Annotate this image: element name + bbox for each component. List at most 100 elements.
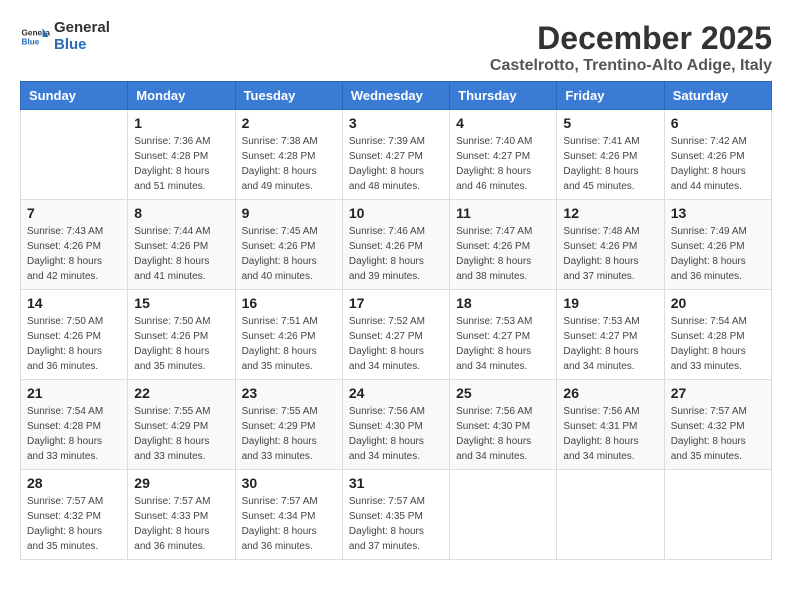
- day-number: 18: [456, 295, 550, 311]
- day-number: 24: [349, 385, 443, 401]
- calendar-cell: 8 Sunrise: 7:44 AM Sunset: 4:26 PM Daylig…: [128, 200, 235, 290]
- day-info: Sunrise: 7:46 AM Sunset: 4:26 PM Dayligh…: [349, 224, 443, 284]
- day-number: 4: [456, 115, 550, 131]
- day-info: Sunrise: 7:44 AM Sunset: 4:26 PM Dayligh…: [134, 224, 228, 284]
- day-number: 5: [563, 115, 657, 131]
- calendar-cell: 4Sunrise: 7:40 AM Sunset: 4:27 PM Daylig…: [450, 110, 557, 200]
- day-info: Sunrise: 7:49 AM Sunset: 4:26 PM Dayligh…: [671, 224, 765, 284]
- calendar-cell: [450, 470, 557, 560]
- month-year: December 2025: [490, 20, 772, 57]
- day-number: 1: [134, 115, 228, 131]
- day-number: 6: [671, 115, 765, 131]
- day-number: 2: [242, 115, 336, 131]
- calendar-cell: 16Sunrise: 7:51 AM Sunset: 4:26 PM Dayli…: [235, 290, 342, 380]
- day-info: Sunrise: 7:54 AM Sunset: 4:28 PM Dayligh…: [27, 404, 121, 464]
- logo-icon: General Blue: [20, 22, 50, 52]
- day-info: Sunrise: 7:57 AM Sunset: 4:35 PM Dayligh…: [349, 494, 443, 554]
- calendar-cell: 19 Sunrise: 7:53 AM Sunset: 4:27 PM Dayli…: [557, 290, 664, 380]
- weekday-header-sunday: Sunday: [21, 82, 128, 110]
- day-info: Sunrise: 7:53 AM Sunset: 4:27 PM Dayligh…: [456, 314, 550, 374]
- calendar-cell: [557, 470, 664, 560]
- day-number: 16: [242, 295, 336, 311]
- calendar-cell: 15 Sunrise: 7:50 AM Sunset: 4:26 PM Dayli…: [128, 290, 235, 380]
- day-info: Sunrise: 7:56 AM Sunset: 4:30 PM Dayligh…: [456, 404, 550, 464]
- day-number: 22: [134, 385, 228, 401]
- day-info: Sunrise: 7:36 AM Sunset: 4:28 PM Dayligh…: [134, 134, 228, 194]
- calendar-cell: 9 Sunrise: 7:45 AM Sunset: 4:26 PM Daylig…: [235, 200, 342, 290]
- day-number: 15: [134, 295, 228, 311]
- day-number: 26: [563, 385, 657, 401]
- calendar-cell: 6 Sunrise: 7:42 AM Sunset: 4:26 PM Daylig…: [664, 110, 771, 200]
- calendar-cell: 29Sunrise: 7:57 AM Sunset: 4:33 PM Dayli…: [128, 470, 235, 560]
- calendar-cell: 28 Sunrise: 7:57 AM Sunset: 4:32 PM Dayli…: [21, 470, 128, 560]
- calendar-cell: [664, 470, 771, 560]
- day-info: Sunrise: 7:53 AM Sunset: 4:27 PM Dayligh…: [563, 314, 657, 374]
- calendar-cell: 31 Sunrise: 7:57 AM Sunset: 4:35 PM Dayli…: [342, 470, 449, 560]
- calendar-cell: 18 Sunrise: 7:53 AM Sunset: 4:27 PM Dayli…: [450, 290, 557, 380]
- day-number: 25: [456, 385, 550, 401]
- calendar-cell: 30 Sunrise: 7:57 AM Sunset: 4:34 PM Dayli…: [235, 470, 342, 560]
- day-number: 10: [349, 205, 443, 221]
- day-number: 28: [27, 475, 121, 491]
- title-section: December 2025 Castelrotto, Trentino-Alto…: [490, 20, 772, 75]
- day-info: Sunrise: 7:54 AM Sunset: 4:28 PM Dayligh…: [671, 314, 765, 374]
- calendar-cell: 27 Sunrise: 7:57 AM Sunset: 4:32 PM Dayli…: [664, 380, 771, 470]
- day-info: Sunrise: 7:56 AM Sunset: 4:31 PM Dayligh…: [563, 404, 657, 464]
- day-info: Sunrise: 7:52 AM Sunset: 4:27 PM Dayligh…: [349, 314, 443, 374]
- day-info: Sunrise: 7:57 AM Sunset: 4:34 PM Dayligh…: [242, 494, 336, 554]
- day-number: 30: [242, 475, 336, 491]
- day-info: Sunrise: 7:57 AM Sunset: 4:32 PM Dayligh…: [671, 404, 765, 464]
- day-number: 19: [563, 295, 657, 311]
- day-number: 21: [27, 385, 121, 401]
- calendar-cell: 3 Sunrise: 7:39 AM Sunset: 4:27 PM Daylig…: [342, 110, 449, 200]
- day-info: Sunrise: 7:56 AM Sunset: 4:30 PM Dayligh…: [349, 404, 443, 464]
- calendar-cell: 11Sunrise: 7:47 AM Sunset: 4:26 PM Dayli…: [450, 200, 557, 290]
- day-number: 13: [671, 205, 765, 221]
- day-info: Sunrise: 7:47 AM Sunset: 4:26 PM Dayligh…: [456, 224, 550, 284]
- calendar-cell: 10 Sunrise: 7:46 AM Sunset: 4:26 PM Dayli…: [342, 200, 449, 290]
- day-info: Sunrise: 7:50 AM Sunset: 4:26 PM Dayligh…: [134, 314, 228, 374]
- weekday-header-friday: Friday: [557, 82, 664, 110]
- day-info: Sunrise: 7:57 AM Sunset: 4:32 PM Dayligh…: [27, 494, 121, 554]
- calendar-cell: 5 Sunrise: 7:41 AM Sunset: 4:26 PM Daylig…: [557, 110, 664, 200]
- calendar-cell: 22 Sunrise: 7:55 AM Sunset: 4:29 PM Dayli…: [128, 380, 235, 470]
- calendar-table: SundayMondayTuesdayWednesdayThursdayFrid…: [20, 81, 772, 560]
- calendar-cell: 24 Sunrise: 7:56 AM Sunset: 4:30 PM Dayli…: [342, 380, 449, 470]
- day-number: 31: [349, 475, 443, 491]
- day-info: Sunrise: 7:48 AM Sunset: 4:26 PM Dayligh…: [563, 224, 657, 284]
- calendar-cell: [21, 110, 128, 200]
- day-info: Sunrise: 7:41 AM Sunset: 4:26 PM Dayligh…: [563, 134, 657, 194]
- day-info: Sunrise: 7:55 AM Sunset: 4:29 PM Dayligh…: [134, 404, 228, 464]
- weekday-header-tuesday: Tuesday: [235, 82, 342, 110]
- day-number: 27: [671, 385, 765, 401]
- calendar-cell: 20 Sunrise: 7:54 AM Sunset: 4:28 PM Dayli…: [664, 290, 771, 380]
- day-info: Sunrise: 7:38 AM Sunset: 4:28 PM Dayligh…: [242, 134, 336, 194]
- day-number: 3: [349, 115, 443, 131]
- calendar-cell: 13 Sunrise: 7:49 AM Sunset: 4:26 PM Dayli…: [664, 200, 771, 290]
- weekday-header-thursday: Thursday: [450, 82, 557, 110]
- day-number: 9: [242, 205, 336, 221]
- calendar-cell: 14Sunrise: 7:50 AM Sunset: 4:26 PM Dayli…: [21, 290, 128, 380]
- weekday-header-saturday: Saturday: [664, 82, 771, 110]
- day-number: 8: [134, 205, 228, 221]
- calendar-cell: 1 Sunrise: 7:36 AM Sunset: 4:28 PM Daylig…: [128, 110, 235, 200]
- day-number: 17: [349, 295, 443, 311]
- day-info: Sunrise: 7:55 AM Sunset: 4:29 PM Dayligh…: [242, 404, 336, 464]
- logo-general: General: [54, 20, 110, 37]
- day-info: Sunrise: 7:45 AM Sunset: 4:26 PM Dayligh…: [242, 224, 336, 284]
- calendar-cell: 2 Sunrise: 7:38 AM Sunset: 4:28 PM Daylig…: [235, 110, 342, 200]
- day-info: Sunrise: 7:39 AM Sunset: 4:27 PM Dayligh…: [349, 134, 443, 194]
- weekday-header-wednesday: Wednesday: [342, 82, 449, 110]
- day-number: 23: [242, 385, 336, 401]
- day-info: Sunrise: 7:42 AM Sunset: 4:26 PM Dayligh…: [671, 134, 765, 194]
- svg-text:Blue: Blue: [22, 37, 40, 46]
- day-info: Sunrise: 7:43 AM Sunset: 4:26 PM Dayligh…: [27, 224, 121, 284]
- calendar-cell: 26 Sunrise: 7:56 AM Sunset: 4:31 PM Dayli…: [557, 380, 664, 470]
- calendar-cell: 21 Sunrise: 7:54 AM Sunset: 4:28 PM Dayli…: [21, 380, 128, 470]
- day-info: Sunrise: 7:50 AM Sunset: 4:26 PM Dayligh…: [27, 314, 121, 374]
- calendar-cell: 23 Sunrise: 7:55 AM Sunset: 4:29 PM Dayli…: [235, 380, 342, 470]
- calendar-cell: 25 Sunrise: 7:56 AM Sunset: 4:30 PM Dayli…: [450, 380, 557, 470]
- day-number: 12: [563, 205, 657, 221]
- day-number: 20: [671, 295, 765, 311]
- day-info: Sunrise: 7:57 AM Sunset: 4:33 PM Dayligh…: [134, 494, 228, 554]
